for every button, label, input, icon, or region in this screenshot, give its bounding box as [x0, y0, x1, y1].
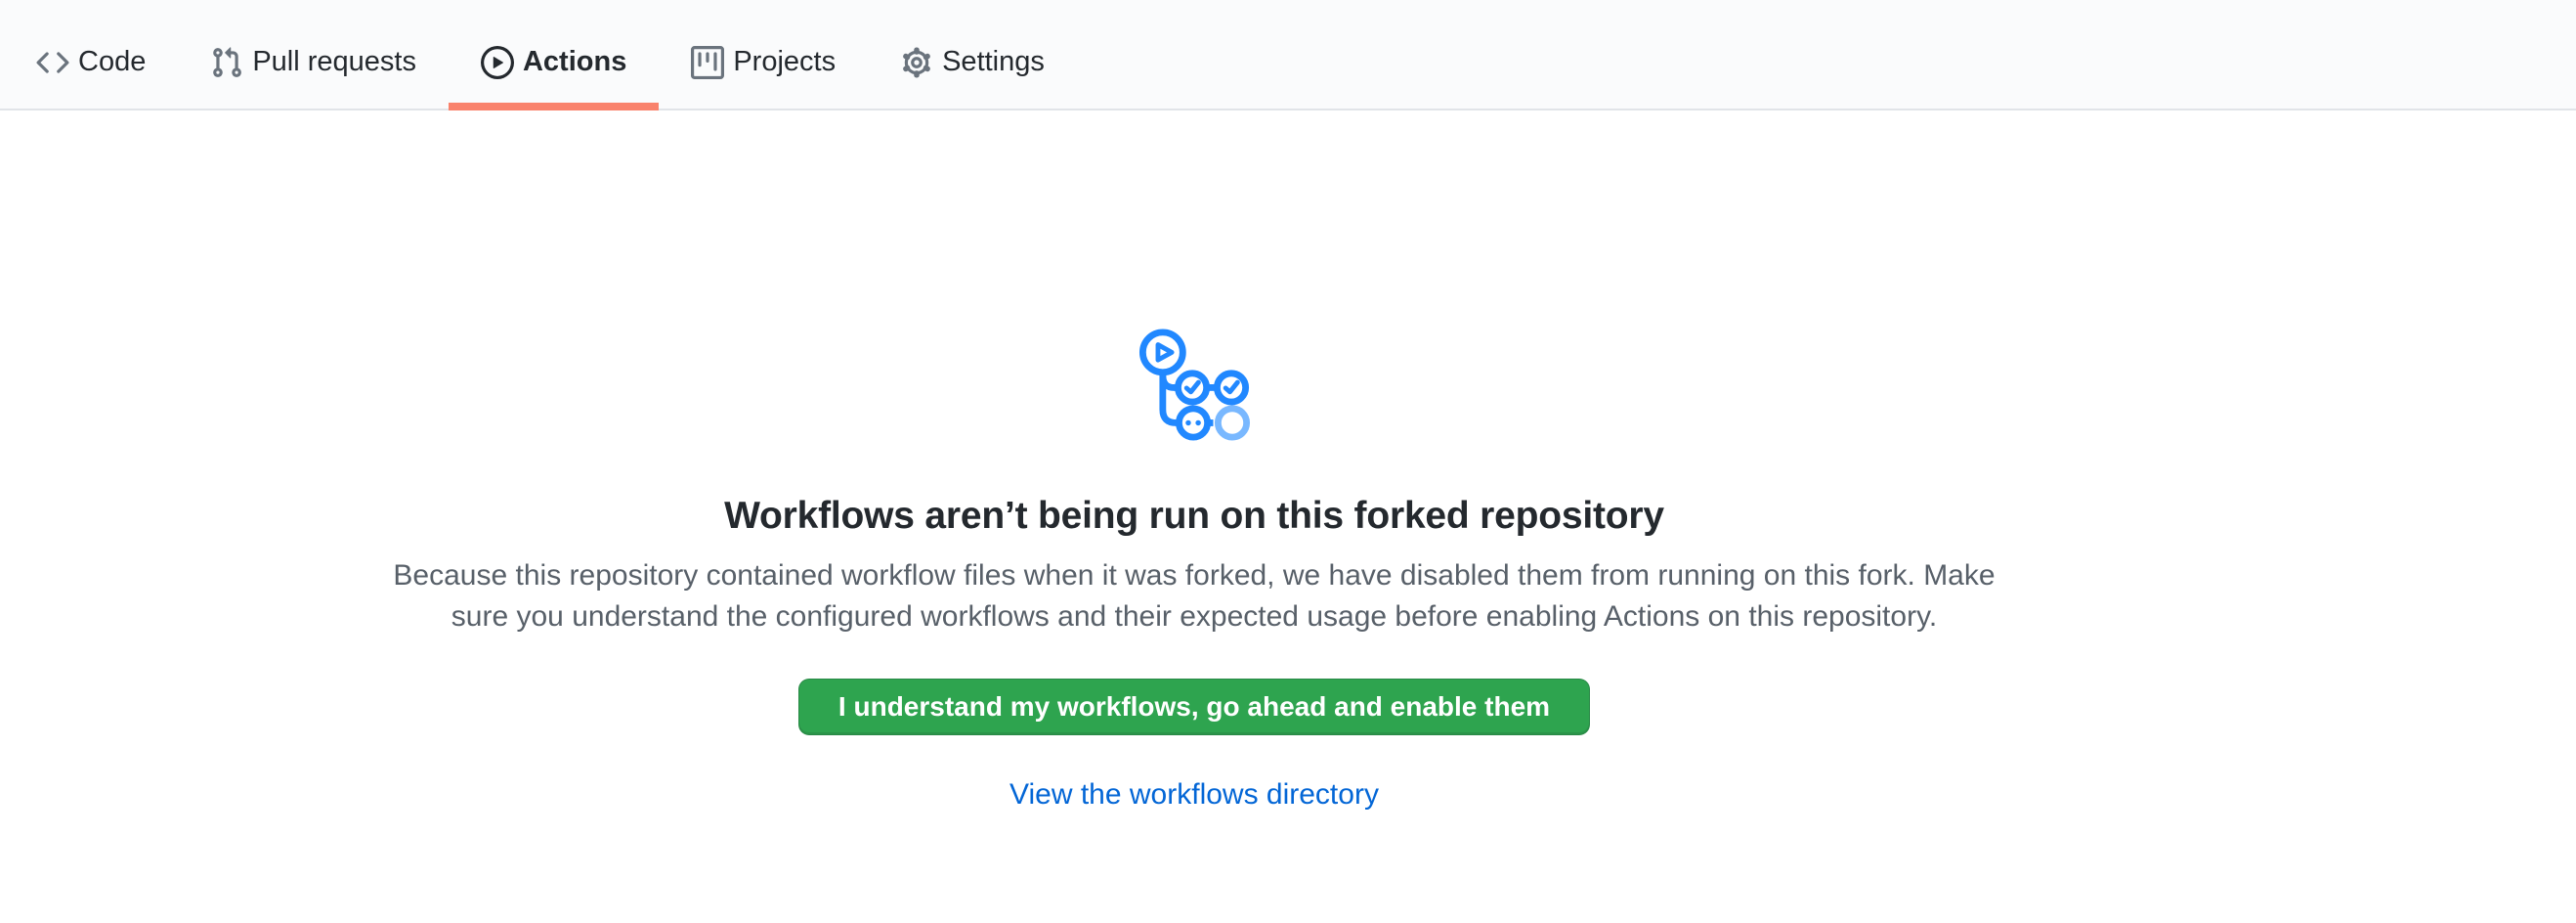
gear-icon	[900, 46, 933, 79]
enable-workflows-button[interactable]: I understand my workflows, go ahead and …	[798, 679, 1590, 735]
tab-projects[interactable]: Projects	[659, 0, 868, 109]
tab-code[interactable]: Code	[4, 0, 178, 109]
tab-settings[interactable]: Settings	[868, 0, 1077, 109]
workflow-icon	[0, 329, 2388, 446]
play-icon	[481, 46, 514, 79]
repo-tab-nav: Code Pull requests Actions Projects	[0, 0, 2576, 110]
tab-label: Pull requests	[252, 46, 416, 78]
view-workflows-directory-link[interactable]: View the workflows directory	[1009, 778, 1379, 811]
actions-disabled-blankslate: Workflows aren’t being run on this forke…	[0, 329, 2388, 812]
tab-label: Actions	[523, 46, 626, 78]
code-icon	[36, 46, 69, 79]
tab-label: Projects	[733, 46, 836, 78]
project-icon	[691, 46, 724, 79]
blankslate-title: Workflows aren’t being run on this forke…	[0, 495, 2388, 538]
pull-request-icon	[210, 46, 243, 79]
blankslate-description: Because this repository contained workfl…	[364, 555, 2025, 637]
tab-label: Settings	[942, 46, 1045, 78]
tab-pull-requests[interactable]: Pull requests	[178, 0, 449, 109]
tab-actions[interactable]: Actions	[449, 0, 659, 109]
tab-label: Code	[78, 46, 146, 78]
